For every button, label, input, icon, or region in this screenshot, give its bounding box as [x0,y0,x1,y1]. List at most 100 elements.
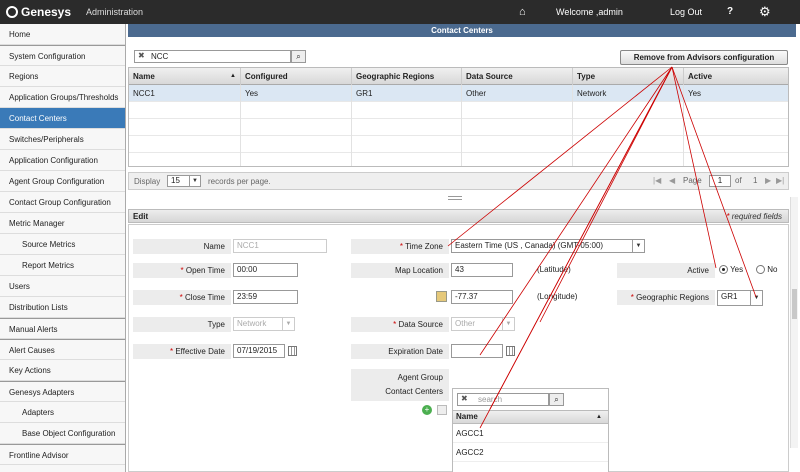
help-link[interactable]: ? [727,6,733,17]
scrollbar-thumb[interactable] [792,289,797,319]
sidebar-item-application-configuration[interactable]: Application Configuration [0,150,125,171]
geographic-regions-select[interactable]: GR1 ▼ [717,290,763,306]
type-select[interactable]: Network ▼ [233,317,295,331]
remove-from-advisors-button[interactable]: Remove from Advisors configuration [620,50,788,65]
sidebar-item-source-metrics[interactable]: Source Metrics [0,234,125,255]
sidebar: Home System Configuration Regions Applic… [0,24,126,472]
open-time-field[interactable]: 00:00 [233,263,298,277]
scrollbar[interactable] [790,197,798,448]
sidebar-item-switches[interactable]: Switches/Peripherals [0,129,125,150]
column-header-type[interactable]: Type [573,68,684,85]
sidebar-item-manual-alerts[interactable]: Manual Alerts [0,318,125,339]
expiration-date-field[interactable] [451,344,503,358]
page-number-input[interactable]: 1 [709,175,731,187]
sidebar-item-adapters[interactable]: Adapters [0,402,125,423]
welcome-text: Welcome ,admin [556,7,623,17]
radio-no[interactable] [756,265,765,275]
chevron-down-icon: ▼ [282,318,294,330]
records-per-page-select[interactable]: 15 ▼ [167,175,201,187]
search-button[interactable]: ⌕ [291,50,306,63]
brand-name: Genesys [21,5,72,19]
column-divider [240,85,241,166]
column-header-configured[interactable]: Configured [241,68,352,85]
radio-yes[interactable] [719,265,728,275]
sidebar-item-regions[interactable]: Regions [0,66,125,87]
total-pages: 1 [753,176,758,185]
sidebar-item-application-groups[interactable]: Application Groups/Thresholds [0,87,125,108]
agent-group-search-input[interactable]: ✖ search [457,393,549,406]
data-source-select[interactable]: Other ▼ [451,317,515,331]
genesys-logo: Genesys [6,5,71,19]
calendar-icon[interactable] [288,346,297,356]
sidebar-item-system-configuration[interactable]: System Configuration [0,45,125,66]
add-icon[interactable]: + [422,405,432,415]
calendar-icon[interactable] [506,346,515,356]
active-no-option[interactable]: No [756,265,777,275]
search-input[interactable]: ✖ NCC [134,50,291,63]
required-fields-note: * required fields [726,212,782,221]
effective-date-label: * Effective Date [133,344,231,359]
sort-asc-icon: ▲ [230,73,236,79]
sidebar-item-contact-centers[interactable]: Contact Centers [0,108,125,129]
search-icon: ⌕ [296,52,301,61]
top-bar: Genesys Administration ⌂ Welcome ,admin … [0,0,800,24]
column-header-active[interactable]: Active [684,68,788,85]
effective-date-field[interactable]: 07/19/2015 [233,344,285,358]
column-header-name[interactable]: Name ▲ [129,68,241,85]
clear-icon[interactable]: ✖ [138,51,145,60]
gear-icon[interactable]: ⚙ [759,4,771,20]
time-zone-select[interactable]: Eastern Time (US , Canada) (GMT-05:00) ▼ [451,239,645,253]
sidebar-item-home[interactable]: Home [0,24,125,45]
logout-link[interactable]: Log Out [670,7,702,17]
longitude-field[interactable]: -77.37 [451,290,513,304]
sidebar-item-genesys-adapters[interactable]: Genesys Adapters [0,381,125,402]
records-per-page-label: records per page. [208,177,271,186]
sidebar-item-agent-group-configuration[interactable]: Agent Group Configuration [0,171,125,192]
expiration-date-label: Expiration Date [351,344,449,359]
chevron-down-icon: ▼ [750,291,762,305]
agent-group-list: ✖ search ⌕ Name ▲ AGCC1 AGCC2 [452,388,609,472]
active-yes-option[interactable]: Yes [719,265,743,275]
sidebar-item-base-object-configuration[interactable]: Base Object Configuration [0,423,125,444]
longitude-note: (Longitude) [537,292,578,301]
cell-data-source: Other [462,85,573,102]
sidebar-item-report-metrics[interactable]: Report Metrics [0,255,125,276]
page-label: Page [683,176,702,185]
latitude-field[interactable]: 43 [451,263,513,277]
sort-asc-icon: ▲ [596,414,602,420]
remove-icon[interactable] [437,405,447,415]
sidebar-item-users[interactable]: Users [0,276,125,297]
cell-active: Yes [688,89,702,98]
sidebar-item-distribution-lists[interactable]: Distribution Lists [0,297,125,318]
sidebar-item-frontline-advisor[interactable]: Frontline Advisor [0,444,125,465]
agent-group-search-button[interactable]: ⌕ [549,393,564,406]
sidebar-item-alert-causes[interactable]: Alert Causes [0,339,125,360]
agent-group-contact-centers-label: Agent Group Contact Centers [351,369,449,401]
search-icon: ⌕ [554,395,559,404]
page-title: Contact Centers [128,24,796,37]
next-page-icon[interactable]: ▶ [765,176,771,185]
close-time-field[interactable]: 23:59 [233,290,298,304]
genesys-logo-icon [6,6,18,18]
agent-group-name-header[interactable]: Name ▲ [453,410,608,424]
first-page-icon[interactable]: |◀ [653,176,661,185]
sidebar-item-metric-manager[interactable]: Metric Manager [0,213,125,234]
data-source-label: * Data Source [351,317,449,332]
edit-header: Edit * required fields [128,209,789,223]
list-item[interactable]: AGCC1 [453,425,608,443]
sidebar-item-key-actions[interactable]: Key Actions [0,360,125,381]
sidebar-item-contact-group-configuration[interactable]: Contact Group Configuration [0,192,125,213]
map-picker-icon[interactable] [436,291,447,302]
column-header-data-source[interactable]: Data Source [462,68,573,85]
last-page-icon[interactable]: ▶| [776,176,784,185]
edit-title: Edit [133,212,149,221]
cell-type: Network [573,85,684,102]
panel-splitter[interactable] [448,196,462,200]
table-row[interactable]: NCC1 Yes GR1 Other Network Yes [129,85,788,102]
home-icon[interactable]: ⌂ [519,6,526,18]
list-item[interactable]: AGCC2 [453,444,608,462]
column-header-geographic-regions[interactable]: Geographic Regions [352,68,462,85]
name-field[interactable]: NCC1 [233,239,327,253]
clear-icon[interactable]: ✖ [461,394,468,403]
prev-page-icon[interactable]: ◀ [669,176,675,185]
